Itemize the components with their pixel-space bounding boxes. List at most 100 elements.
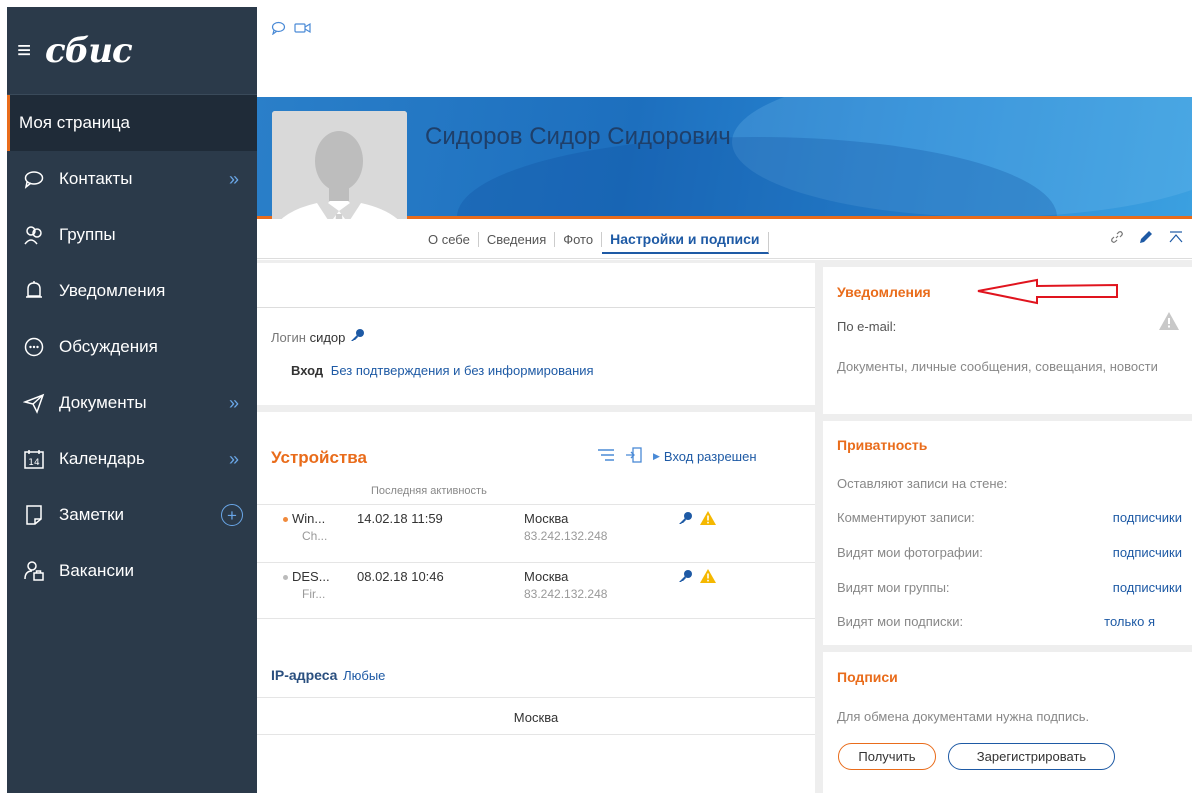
signatures-title: Подписи [837, 669, 898, 685]
sidebar-item-discussions[interactable]: Обсуждения [7, 319, 257, 375]
tab-info[interactable]: Сведения [479, 232, 556, 247]
key-icon[interactable] [677, 569, 693, 586]
annotation-arrow-icon [977, 278, 1118, 305]
status-dot [283, 575, 288, 580]
entry-label: Вход [291, 363, 324, 378]
device-browser: Ch... [302, 529, 328, 543]
bell-icon [19, 280, 49, 302]
sidebar-item-label: Моя страница [19, 113, 131, 132]
ip-label: IP-адреса [271, 667, 338, 683]
device-os: DES... [292, 569, 330, 584]
login-allowed-link[interactable]: Вход разрешен [664, 449, 757, 464]
signatures-panel: Подписи Для обмена документами нужна под… [823, 652, 1192, 793]
sidebar-item-notifications[interactable]: Уведомления [7, 263, 257, 319]
vacancy-icon [19, 560, 49, 582]
edit-icon[interactable] [1138, 229, 1154, 248]
sidebar-item-label: Календарь [59, 449, 145, 468]
logo[interactable]: сбис [45, 31, 133, 71]
table-row[interactable]: Win... Ch... 14.02.18 11:59 Москва 83.24… [257, 504, 815, 562]
profile-tabs: О себе Сведения Фото Настройки и подписи [420, 232, 769, 254]
chevron-double-right-icon[interactable]: » [229, 169, 239, 190]
privacy-row: Видят мои группы: подписчики [837, 580, 1182, 595]
sidebar-item-documents[interactable]: Документы » [7, 375, 257, 431]
collapse-icon[interactable] [1168, 230, 1184, 247]
exit-icon[interactable] [625, 447, 643, 466]
entry-row: Вход Без подтверждения и без информирова… [291, 363, 594, 378]
sidebar-item-label: Контакты [59, 169, 133, 188]
table-row[interactable]: DES... Fir... 08.02.18 10:46 Москва 83.2… [257, 562, 815, 620]
sidebar-item-label: Обсуждения [59, 337, 158, 356]
discussion-icon [19, 336, 49, 358]
chevron-double-right-icon[interactable]: » [229, 449, 239, 470]
warning-icon[interactable] [1158, 311, 1180, 334]
add-note-icon[interactable]: + [221, 504, 243, 526]
get-signature-button[interactable]: Получить [838, 743, 936, 770]
login-label: Логин [271, 330, 306, 345]
menu-icon[interactable]: ≡ [17, 38, 31, 63]
privacy-row-value[interactable]: подписчики [1113, 580, 1182, 595]
chevron-double-right-icon[interactable]: » [229, 393, 239, 414]
chat-icon[interactable] [271, 21, 286, 38]
login-row: Логин сидор [271, 328, 365, 345]
privacy-panel: Приватность Оставляют записи на стене: К… [823, 421, 1192, 645]
sidebar-item-vacancies[interactable]: Вакансии [7, 543, 257, 599]
privacy-row-label: Видят мои группы: [837, 580, 950, 595]
sidebar-item-calendar[interactable]: 14 Календарь » [7, 431, 257, 487]
link-icon[interactable] [1110, 230, 1124, 247]
privacy-row: Видят мои фотографии: подписчики [837, 545, 1182, 560]
register-button[interactable]: Зарегистрировать [948, 743, 1115, 770]
device-datetime: 08.02.18 10:46 [357, 569, 444, 584]
device-datetime: 14.02.18 11:59 [357, 511, 443, 526]
notifications-description[interactable]: Документы, личные сообщения, совещания, … [837, 357, 1182, 376]
device-ip: 83.242.132.248 [524, 587, 608, 601]
entry-mode-link[interactable]: Без подтверждения и без информирования [331, 363, 594, 378]
sidebar-item-label: Группы [59, 225, 116, 244]
tab-settings[interactable]: Настройки и подписи [602, 232, 769, 254]
privacy-row-value[interactable]: только я [1104, 614, 1155, 629]
paper-plane-icon [19, 392, 49, 414]
device-city: Москва [524, 569, 569, 584]
chat-bubble-icon [19, 168, 49, 190]
key-icon[interactable] [677, 511, 693, 528]
device-ip: 83.242.132.248 [524, 529, 608, 543]
warning-icon[interactable] [699, 510, 717, 529]
login-panel: Логин сидор Вход Без подтверждения и без… [257, 263, 815, 405]
sidebar-item-contacts[interactable]: Контакты » [7, 151, 257, 207]
sidebar-item-my-page[interactable]: Моя страница [7, 95, 257, 151]
privacy-title: Приватность [837, 437, 928, 453]
sidebar-item-notes[interactable]: Заметки + [7, 487, 257, 543]
top-bar [257, 7, 1192, 97]
sidebar-item-label: Заметки [59, 505, 125, 524]
ip-addresses-row: IP-адреса Любые [271, 667, 385, 683]
tab-about[interactable]: О себе [420, 232, 479, 247]
sidebar-item-label: Вакансии [59, 561, 134, 580]
calendar-icon-day: 14 [28, 458, 40, 468]
sidebar-header: ≡ сбис [7, 7, 257, 95]
device-browser: Fir... [302, 587, 326, 601]
devices-title: Устройства [271, 448, 367, 467]
profile-tabs-bar: О себе Сведения Фото Настройки и подписи [257, 219, 1192, 259]
privacy-row: Комментируют записи: подписчики [837, 510, 1182, 525]
notifications-title: Уведомления [837, 284, 931, 300]
tab-photo[interactable]: Фото [555, 232, 603, 247]
group-icon [19, 224, 49, 246]
device-city: Москва [524, 511, 569, 526]
status-dot [283, 517, 288, 522]
profile-name: Сидоров Сидор Сидорович [425, 123, 731, 150]
signatures-text: Для обмена документами нужна подпись. [837, 709, 1090, 724]
login-value: сидор [309, 330, 346, 345]
note-icon [19, 504, 49, 526]
key-icon[interactable] [349, 329, 365, 345]
calendar-icon: 14 [19, 448, 49, 470]
privacy-row-value[interactable]: подписчики [1113, 510, 1182, 525]
privacy-row-label: Комментируют записи: [837, 510, 975, 525]
device-os: Win... [292, 511, 326, 526]
sidebar-item-label: Уведомления [59, 281, 166, 300]
privacy-row-label: Видят мои фотографии: [837, 545, 983, 560]
warning-icon[interactable] [699, 568, 717, 587]
video-call-icon[interactable] [294, 21, 312, 38]
sidebar-item-groups[interactable]: Группы [7, 207, 257, 263]
filter-list-icon[interactable] [597, 448, 615, 465]
ip-value-link[interactable]: Любые [343, 668, 385, 683]
privacy-row-value[interactable]: подписчики [1113, 545, 1182, 560]
